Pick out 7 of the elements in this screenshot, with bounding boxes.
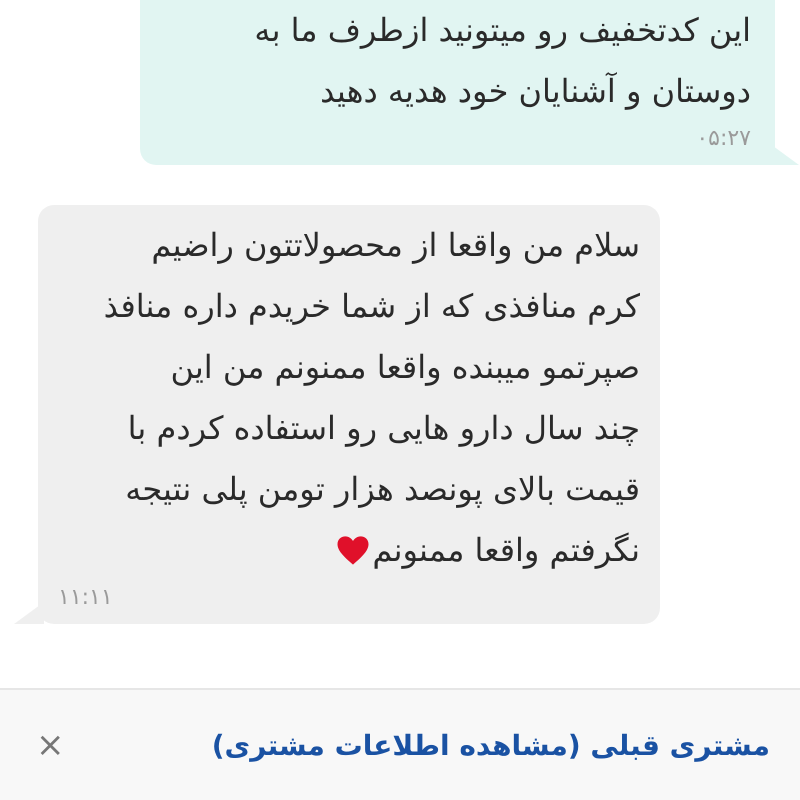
message-text: نگرفتم واقعا ممنونم	[372, 530, 640, 571]
message-text: سلام من واقعا از محصولاتتون راضیم کرم منافذی که از شما خریدم داره منافذ صپرتمو میبنده واقعا ممنونم من این چند سال دارو هایی رو استفاده کردم با قیمت بالای پونصد هزار تومن پلی نتیجه	[104, 226, 640, 508]
message-time: ۰۵:۲۷	[696, 126, 751, 151]
message-time: ۱۱:۱۱	[58, 585, 113, 610]
close-button[interactable]: ×	[32, 725, 68, 765]
message-text: این کدتخفیف رو میتونید ازطرف ما به دوستان و آشنایان خود هدیه دهید	[254, 11, 751, 110]
customer-info-link[interactable]: مشتری قبلی (مشاهده اطلاعات مشتری)	[212, 728, 770, 762]
